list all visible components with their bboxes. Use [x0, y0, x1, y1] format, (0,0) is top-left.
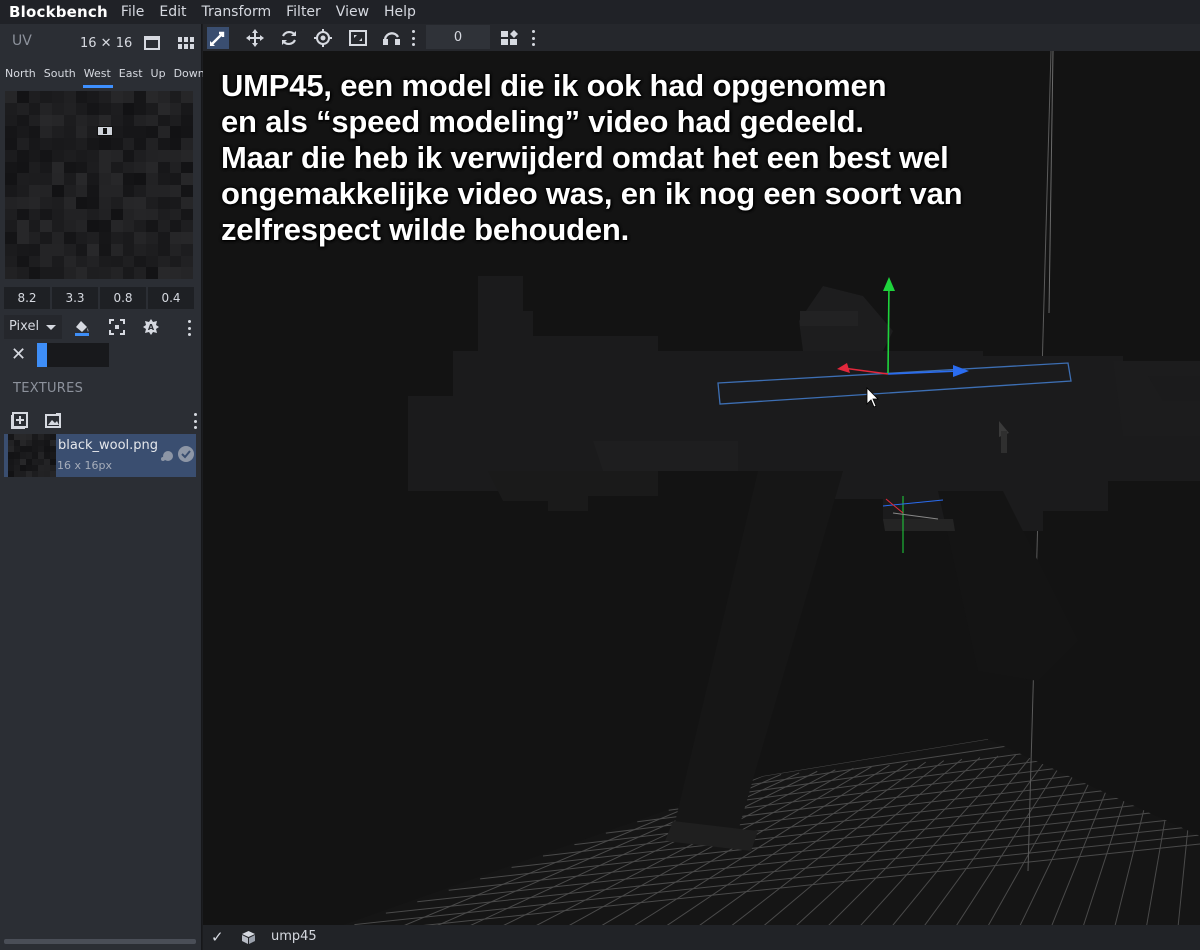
pivot-tool-icon[interactable] [312, 27, 334, 49]
caption-line-5: zelfrespect wilde behouden. [221, 212, 630, 247]
uv-texture-canvas[interactable] [5, 91, 193, 279]
gun-model[interactable] [408, 276, 1200, 851]
model-format-icon [242, 931, 255, 944]
left-sidebar: UV 16 ✕ 16 North South West East Up Down… [0, 24, 205, 950]
caption-line-2: en als “speed modeling” video had gedeel… [221, 104, 864, 139]
caption-overlay: UMP45, een model die ik ook had opgenome… [221, 68, 1081, 248]
3d-viewport[interactable]: UMP45, een model die ik ook had opgenome… [203, 51, 1200, 925]
textures-panel-title: TEXTURES [13, 381, 84, 396]
caption-line-4: ongemakkelijke video was, en ik nog een … [221, 176, 963, 211]
texture-dimensions: 16 x 16px [57, 459, 112, 472]
uv-coordinates: 8.2 3.3 0.8 0.4 [4, 287, 194, 309]
rotate-tool-icon[interactable] [278, 27, 300, 49]
sidebar-scrollbar[interactable] [4, 939, 196, 944]
move-tool-icon[interactable] [244, 27, 266, 49]
color-swatch[interactable] [37, 343, 109, 367]
toolbar-more-icon[interactable] [412, 30, 416, 46]
move-pivot-tool-icon[interactable] [207, 27, 229, 49]
menu-help[interactable]: Help [377, 0, 424, 24]
menu-file[interactable]: File [114, 0, 152, 24]
resize-tool-icon[interactable] [347, 27, 369, 49]
tab-up[interactable]: Up [146, 64, 169, 86]
texture-name: black_wool.png [58, 438, 159, 453]
check-circle-icon[interactable] [177, 445, 195, 463]
texture-list-item[interactable]: black_wool.png 16 x 16px [4, 434, 196, 477]
menu-bar: Blockbench File Edit Transform Filter Vi… [0, 0, 1200, 24]
textures-more-icon[interactable] [194, 413, 198, 429]
uv-size-label[interactable]: 16 ✕ 16 [80, 36, 132, 51]
close-icon[interactable]: ✕ [11, 346, 26, 364]
uv-coord-y[interactable]: 3.3 [52, 287, 98, 309]
add-texture-icon[interactable] [10, 412, 28, 430]
svg-text:A: A [148, 323, 155, 332]
paint-bucket-icon[interactable] [73, 318, 91, 336]
tab-south[interactable]: South [39, 64, 79, 86]
menu-edit[interactable]: Edit [152, 0, 194, 24]
uv-coord-w[interactable]: 0.8 [100, 287, 146, 309]
paint-mode-select[interactable]: Pixel [4, 315, 62, 339]
uv-panel-header: UV 16 ✕ 16 [0, 24, 201, 60]
uv-face-tabs: North South West East Up Down [0, 64, 205, 88]
layout-tool-icon[interactable] [498, 27, 520, 49]
gizmo-y-axis[interactable] [887, 283, 890, 375]
caption-line-1: UMP45, een model die ik ook had opgenome… [221, 68, 887, 103]
grid-view-icon[interactable] [178, 36, 194, 50]
gizmo-y-arrow[interactable] [883, 277, 895, 291]
texture-tools [0, 410, 202, 432]
uv-coord-h[interactable]: 0.4 [148, 287, 194, 309]
color-row: ✕ [0, 342, 202, 370]
chevron-down-icon [46, 325, 56, 330]
menu-view[interactable]: View [329, 0, 377, 24]
uv-panel-title: UV [12, 33, 32, 49]
uv-selection-marker[interactable] [97, 126, 113, 136]
caption-line-3: Maar die heb ik verwijderd omdat het een… [221, 140, 949, 175]
tab-north[interactable]: North [0, 64, 39, 86]
uv-coord-x[interactable]: 8.2 [4, 287, 50, 309]
toolbar-value-input[interactable]: 0 [426, 25, 490, 49]
viewport-toolbar: 0 [203, 24, 1200, 51]
vertex-snap-tool-icon[interactable] [381, 27, 403, 49]
status-bar: ✓ ump45 [203, 925, 1200, 950]
tab-down[interactable]: Down [169, 64, 208, 86]
fullscreen-icon[interactable] [144, 36, 160, 50]
menu-transform[interactable]: Transform [194, 0, 279, 24]
tab-east[interactable]: East [114, 64, 146, 86]
auto-uv-icon[interactable]: A [142, 318, 160, 336]
saved-check-icon: ✓ [211, 928, 224, 946]
import-texture-icon[interactable] [45, 413, 61, 429]
tab-west[interactable]: West [79, 64, 114, 88]
toolbar-more-icon-2[interactable] [532, 30, 536, 46]
menu-filter[interactable]: Filter [279, 0, 329, 24]
particle-icon[interactable] [160, 448, 174, 462]
more-options-icon[interactable] [188, 320, 192, 336]
paint-mode-value: Pixel [9, 319, 40, 334]
paint-tool-row: Pixel A [0, 315, 202, 341]
texture-thumbnail [8, 434, 56, 477]
app-title: Blockbench [9, 3, 108, 21]
model-name[interactable]: ump45 [271, 929, 317, 944]
fit-expand-icon[interactable] [108, 318, 126, 336]
